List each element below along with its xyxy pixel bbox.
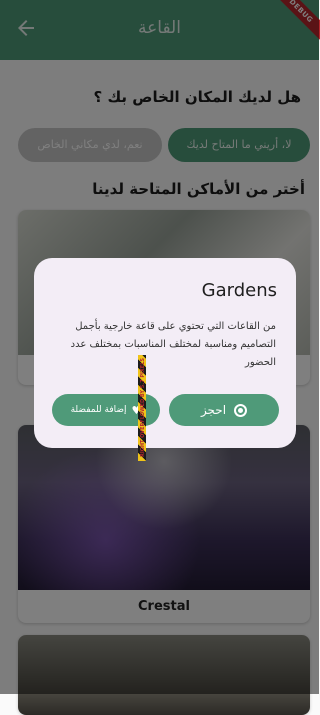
dialog-title: Gardens bbox=[201, 280, 277, 301]
venue-dialog: Gardens من القاعات التي تحتوي على قاعة خ… bbox=[34, 258, 296, 448]
screen: القاعة DEBUG هل لديك المكان الخاص بك ؟ ل… bbox=[0, 0, 320, 715]
favorite-label: إضافة للمفضلة bbox=[70, 405, 127, 415]
dialog-description: من القاعات التي تحتوي على قاعة خارجية بأ… bbox=[70, 321, 276, 368]
overflow-warning-text: RIGHT OVERFLOWED BY 5.7 PIXELS bbox=[140, 358, 146, 457]
book-button[interactable]: احجز bbox=[169, 394, 279, 426]
radio-icon bbox=[234, 403, 248, 417]
book-label: احجز bbox=[200, 403, 227, 417]
